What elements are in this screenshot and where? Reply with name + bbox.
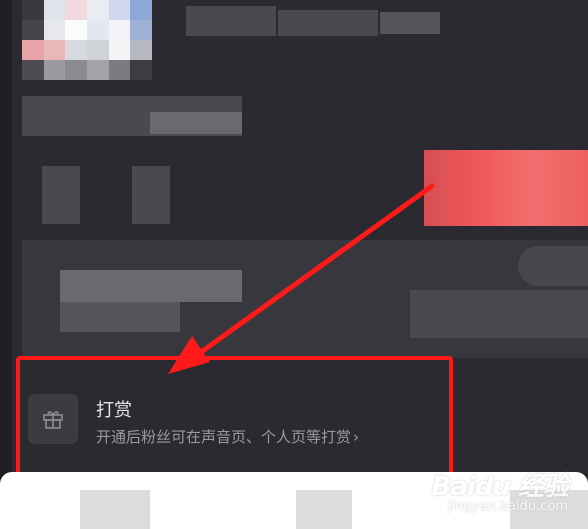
blurred-info-detail <box>150 112 242 134</box>
blurred-stat-1 <box>42 166 80 224</box>
blurred-bottom-item-1 <box>80 490 150 529</box>
watermark-url: jingyan.baidu.com <box>448 499 568 514</box>
blurred-card-subtitle <box>60 302 180 332</box>
blurred-card-title <box>60 270 242 302</box>
tip-description-text: 开通后粉丝可在声音页、个人页等打赏 <box>96 428 352 446</box>
blurred-username-2 <box>278 10 378 36</box>
tip-row[interactable]: 打赏 开通后粉丝可在声音页、个人页等打赏 › <box>16 366 588 466</box>
chevron-right-icon: › <box>353 428 360 446</box>
blurred-username <box>186 6 276 36</box>
tip-description: 开通后粉丝可在声音页、个人页等打赏 › <box>96 426 359 447</box>
blurred-pill <box>518 246 588 286</box>
baidu-watermark: Baidu 经验 jingyan.baidu.com <box>431 466 569 514</box>
blurred-card-right <box>410 290 588 338</box>
blurred-stat-2 <box>132 166 170 224</box>
blurred-bottom-item-2 <box>296 490 352 529</box>
gift-icon <box>28 394 78 444</box>
watermark-brand: Baidu 经验 <box>431 472 569 502</box>
avatar[interactable] <box>22 0 152 80</box>
tip-title: 打赏 <box>96 400 132 421</box>
left-edge-strip <box>0 0 12 529</box>
gift-icon-svg <box>43 411 63 429</box>
blurred-username-3 <box>380 12 440 34</box>
follow-button[interactable] <box>402 150 588 226</box>
